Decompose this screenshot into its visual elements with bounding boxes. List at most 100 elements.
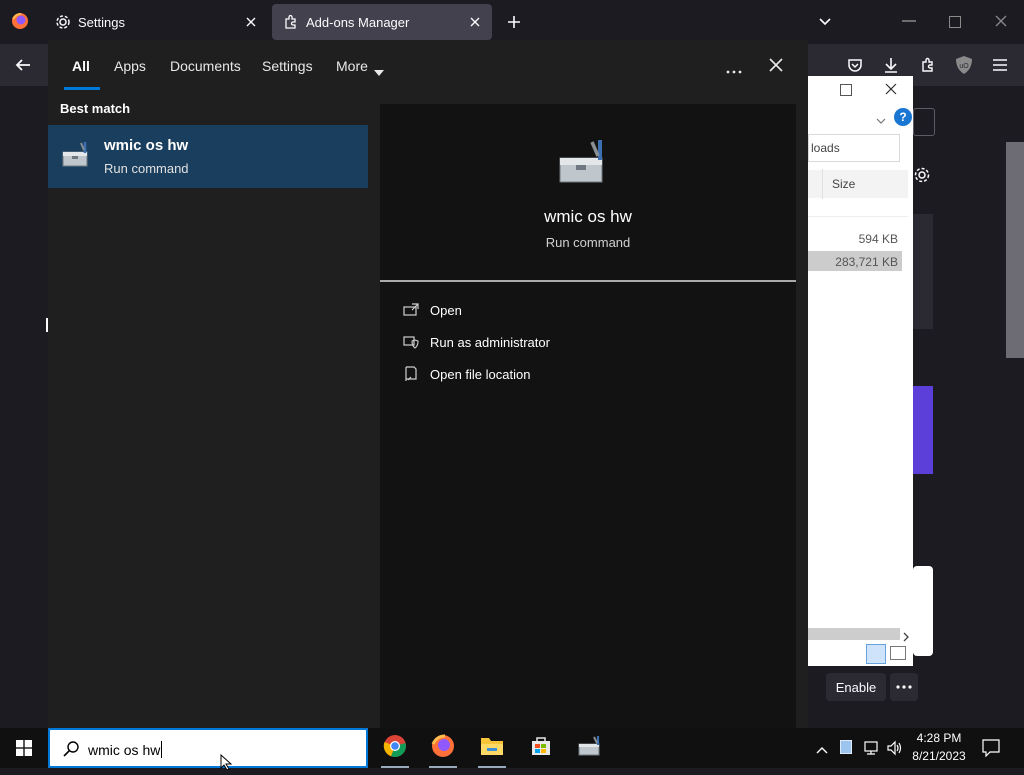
gear-icon <box>54 13 72 31</box>
result-title: wmic os hw <box>104 137 189 154</box>
new-tab-icon[interactable] <box>506 14 522 30</box>
maximize-icon[interactable] <box>840 84 852 96</box>
action-open[interactable]: Open <box>400 298 462 322</box>
extensions-icon[interactable] <box>919 56 937 74</box>
toolbox-icon <box>577 735 603 762</box>
taskbar-search-box[interactable]: wmic os hw <box>48 728 368 771</box>
chevron-down-icon[interactable] <box>876 112 886 124</box>
windows-start-icon[interactable] <box>0 728 48 768</box>
preview-divider <box>380 280 796 282</box>
more-options-icon[interactable] <box>725 62 743 74</box>
enable-button[interactable]: Enable <box>826 673 886 701</box>
text-caret <box>161 741 163 758</box>
filter-all[interactable]: All <box>72 58 90 74</box>
windows-search-panel: All Apps Documents Settings More Best ma… <box>48 40 808 728</box>
search-input[interactable]: wmic os hw <box>88 741 163 758</box>
clock-date[interactable]: 8/21/2023 <box>906 749 972 763</box>
tab-addons-manager[interactable]: Add-ons Manager <box>272 4 492 40</box>
active-filter-indicator <box>64 87 100 90</box>
browser-tab-strip: Settings Add-ons Manager <box>0 0 1024 44</box>
action-label: Open file location <box>430 366 531 382</box>
tray-app-icon[interactable] <box>840 740 852 754</box>
hamburger-menu-icon[interactable] <box>991 57 1009 73</box>
close-tab-icon[interactable] <box>466 13 484 31</box>
search-results-pane: Best match wmic os hw Run command <box>48 92 368 728</box>
column-divider[interactable] <box>822 169 823 199</box>
clock-time[interactable]: 4:28 PM <box>906 731 972 745</box>
chevron-up-icon[interactable] <box>815 742 829 754</box>
list-all-tabs-icon[interactable] <box>818 15 832 29</box>
back-arrow-icon[interactable] <box>14 56 32 74</box>
file-explorer-icon <box>480 735 504 762</box>
store-icon <box>530 735 552 762</box>
action-label: Run as administrator <box>430 334 550 350</box>
close-tab-icon[interactable] <box>242 13 260 31</box>
taskbar-firefox[interactable] <box>419 728 467 768</box>
preview-title: wmic os hw <box>544 207 632 226</box>
scroll-right-icon[interactable] <box>902 629 910 642</box>
search-query-text: wmic os hw <box>88 741 161 758</box>
action-open-file-location[interactable]: Open file location <box>400 362 530 386</box>
file-size-cell: 594 KB <box>858 232 898 246</box>
taskbar-file-explorer[interactable] <box>468 728 516 768</box>
file-size-cell: 283,721 KB <box>835 255 898 269</box>
volume-icon[interactable] <box>886 740 904 756</box>
details-view-icon[interactable] <box>866 644 886 664</box>
minimize-icon[interactable] <box>902 20 916 22</box>
restore-icon[interactable] <box>949 16 961 28</box>
folder-location-icon <box>400 366 422 382</box>
open-icon <box>400 303 422 317</box>
column-header-size[interactable]: Size <box>832 177 855 191</box>
gear-icon[interactable] <box>913 166 933 186</box>
tab-settings[interactable]: Settings <box>44 4 268 40</box>
action-label: Open <box>430 302 462 318</box>
more-options-icon[interactable] <box>890 673 918 701</box>
section-title-best-match: Best match <box>60 101 131 116</box>
search-addons-fragment[interactable] <box>913 108 935 136</box>
close-icon[interactable] <box>768 57 784 73</box>
address-path-field[interactable]: loads <box>808 134 900 162</box>
addon-card-fragment <box>913 214 933 329</box>
help-icon[interactable]: ? <box>894 108 912 126</box>
addon-card-fragment <box>913 566 933 656</box>
best-match-result[interactable]: wmic os hw Run command <box>48 125 368 188</box>
puzzle-icon <box>282 13 300 31</box>
downloads-icon[interactable] <box>882 56 900 74</box>
filter-more[interactable]: More <box>336 58 368 74</box>
taskbar-store[interactable] <box>517 728 565 768</box>
svg-text:uO: uO <box>959 63 969 70</box>
horizontal-scrollbar[interactable] <box>808 628 900 640</box>
chrome-icon <box>383 734 407 763</box>
ublock-shield-icon[interactable]: uO <box>955 55 973 75</box>
close-window-icon[interactable] <box>994 14 1008 28</box>
shield-icon <box>400 335 422 349</box>
column-header-bar <box>808 170 908 198</box>
taskbar-chrome[interactable] <box>371 728 419 768</box>
file-explorer-window: ? loads Size 594 KB 283,721 KB <box>808 76 913 666</box>
firefox-logo-icon[interactable] <box>11 12 29 30</box>
page-scrollbar-thumb[interactable] <box>1006 142 1024 358</box>
network-icon[interactable] <box>862 740 880 756</box>
filter-documents[interactable]: Documents <box>170 58 241 74</box>
pocket-icon[interactable] <box>846 56 864 74</box>
search-icon <box>62 740 80 758</box>
tab-label: Add-ons Manager <box>306 14 410 30</box>
tab-label: Settings <box>78 14 125 30</box>
result-subtitle: Run command <box>104 161 189 176</box>
notifications-icon[interactable] <box>982 739 1000 758</box>
close-icon[interactable] <box>884 82 898 96</box>
toolbox-icon <box>556 138 612 188</box>
firefox-icon <box>431 734 455 763</box>
large-icons-view-icon[interactable] <box>890 646 906 660</box>
filter-apps[interactable]: Apps <box>114 58 146 74</box>
action-run-as-administrator[interactable]: Run as administrator <box>400 330 550 354</box>
search-filter-bar: All Apps Documents Settings More <box>48 40 808 92</box>
filter-settings[interactable]: Settings <box>262 58 313 74</box>
result-preview-pane: wmic os hw Run command Open Run as admin… <box>380 104 796 728</box>
chevron-down-icon[interactable] <box>374 63 384 76</box>
toolbox-icon <box>60 139 92 171</box>
addon-banner-fragment <box>913 386 933 474</box>
taskbar-run-command[interactable] <box>566 728 614 768</box>
list-divider <box>808 216 908 217</box>
preview-subtitle: Run command <box>545 235 631 250</box>
